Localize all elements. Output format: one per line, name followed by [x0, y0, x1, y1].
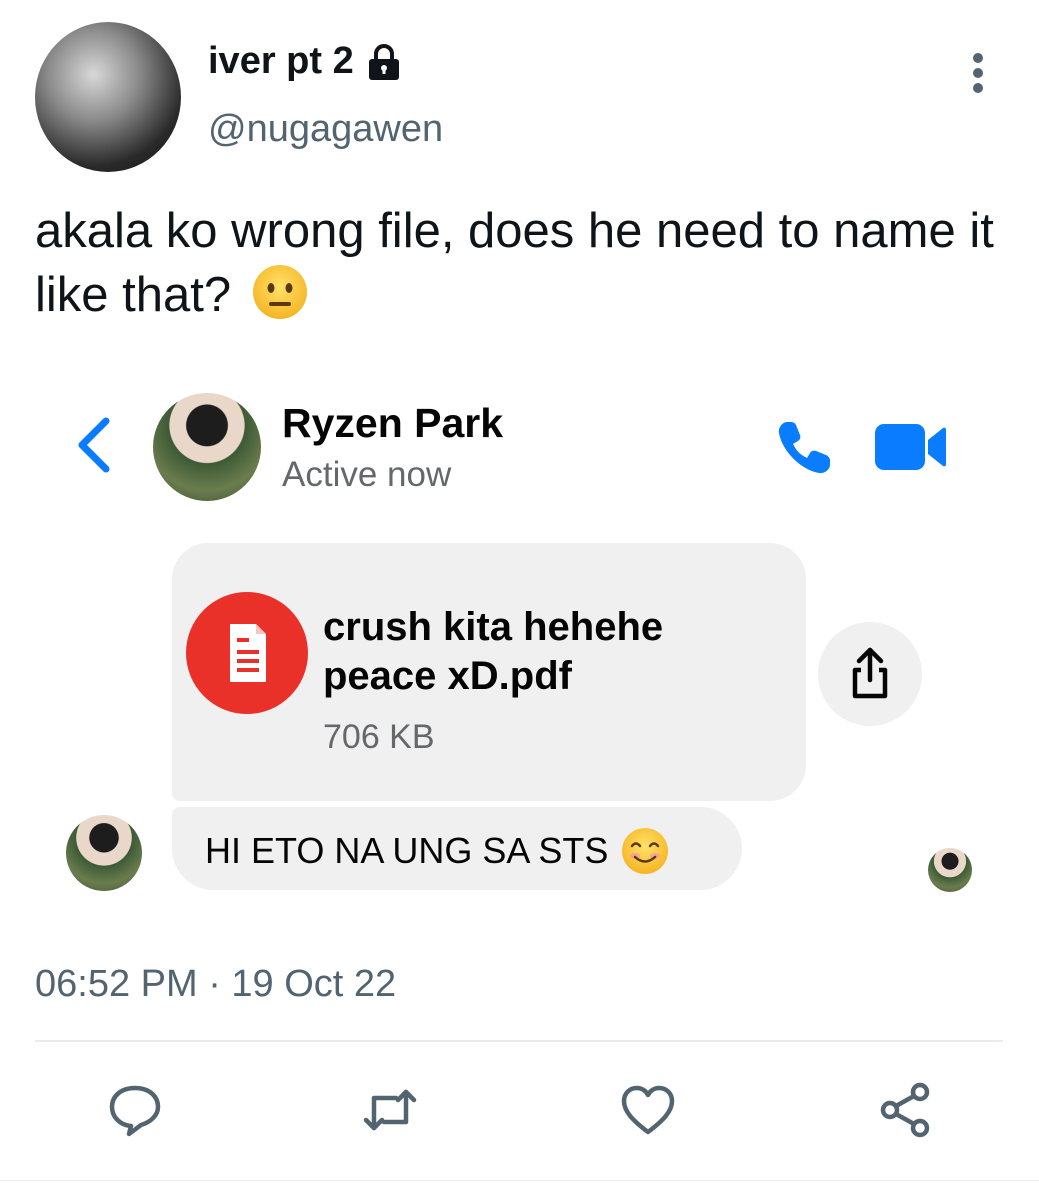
neutral-face-emoji-icon: [252, 265, 307, 319]
text-message: HI ETO NA UNG SA STS: [205, 826, 670, 876]
display-name-text: iver pt 2: [208, 40, 354, 82]
retweet-icon: [363, 1089, 417, 1131]
divider: [35, 1040, 1003, 1042]
retweet-button[interactable]: [360, 1080, 420, 1140]
smiling-face-emoji-icon: [622, 828, 669, 874]
share-button[interactable]: [876, 1080, 936, 1140]
like-button[interactable]: [618, 1080, 678, 1140]
reply-button[interactable]: [105, 1080, 165, 1140]
tweet-text-body: akala ko wrong file, does he need to nam…: [35, 204, 994, 322]
text-message-body: HI ETO NA UNG SA STS: [205, 830, 609, 871]
contact-status: Active now: [282, 455, 452, 494]
phone-icon[interactable]: [774, 418, 834, 478]
seen-receipt-avatar: [928, 848, 972, 892]
share-upload-icon: [852, 647, 888, 699]
video-camera-icon[interactable]: [873, 420, 947, 474]
heart-icon: [621, 1085, 675, 1135]
contact-avatar[interactable]: [153, 393, 261, 501]
reply-icon: [109, 1085, 161, 1137]
lock-icon: [368, 43, 399, 80]
display-name[interactable]: iver pt 2: [208, 40, 404, 83]
tweet-text: akala ko wrong file, does he need to nam…: [35, 200, 995, 327]
tweet-timestamp[interactable]: 06:52 PM · 19 Oct 22: [35, 963, 396, 1006]
user-handle[interactable]: @nugagawen: [208, 108, 443, 151]
pdf-file-icon: [186, 592, 308, 714]
bottom-divider: [0, 1180, 1039, 1181]
file-size: 706 KB: [323, 718, 435, 756]
chevron-left-icon[interactable]: [70, 415, 120, 475]
share-icon: [880, 1082, 930, 1138]
contact-name[interactable]: Ryzen Park: [282, 400, 503, 447]
file-name[interactable]: crush kita hehehe peace xD.pdf: [323, 603, 763, 701]
more-vertical-icon[interactable]: [958, 50, 998, 96]
sender-avatar[interactable]: [66, 815, 142, 891]
share-file-button[interactable]: [818, 622, 922, 726]
user-avatar[interactable]: [35, 22, 181, 172]
